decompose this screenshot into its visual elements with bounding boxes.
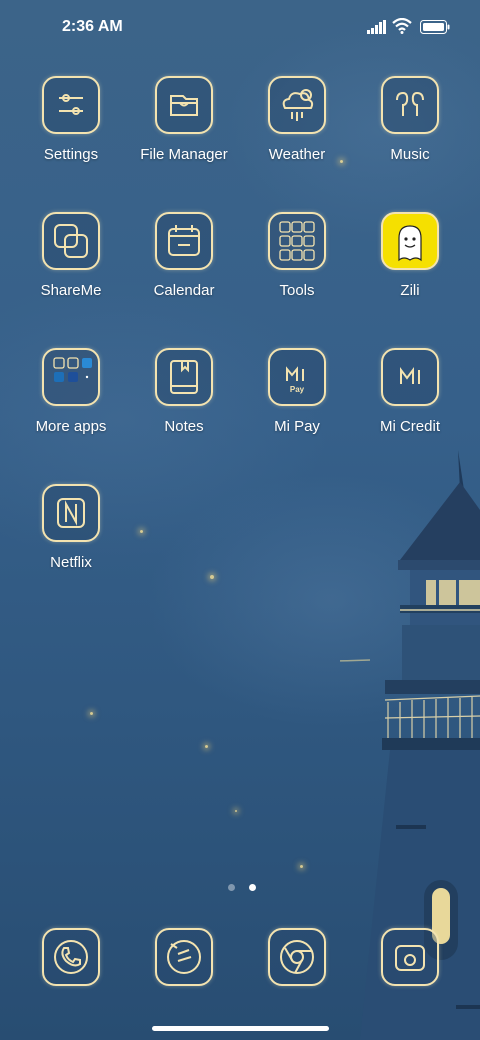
app-calendar[interactable]: Calendar (124, 212, 244, 332)
app-label: File Manager (140, 146, 228, 163)
app-weather[interactable]: Weather (237, 76, 357, 196)
mi-credit-icon (381, 348, 439, 406)
app-label: Zili (400, 282, 420, 299)
status-time: 2:36 AM (62, 18, 123, 35)
settings-icon (42, 76, 100, 134)
battery-icon (420, 20, 450, 34)
notes-icon (155, 348, 213, 406)
chrome-icon (268, 928, 326, 986)
app-label: Settings (43, 146, 99, 163)
app-label: Mi Pay (274, 418, 320, 435)
app-settings[interactable]: Settings (11, 76, 131, 196)
app-label: Tools (279, 282, 315, 299)
dock-messages[interactable] (124, 928, 244, 988)
home-indicator-bar[interactable] (152, 1026, 329, 1031)
app-label: Music (390, 146, 430, 163)
status-bar: 2:36 AM (0, 0, 480, 56)
page-indicator (228, 878, 266, 896)
svg-text:Pay: Pay (290, 385, 305, 394)
wifi-icon (392, 18, 412, 34)
app-mi-pay[interactable]: Pay Mi Pay (237, 348, 357, 468)
app-file-manager[interactable]: File Manager (124, 76, 244, 196)
app-music[interactable]: Music (350, 76, 470, 196)
mi-pay-icon: Pay (268, 348, 326, 406)
folder-icon (155, 76, 213, 134)
app-label: Notes (164, 418, 204, 435)
app-label: Weather (268, 146, 326, 163)
app-notes[interactable]: Notes (124, 348, 244, 468)
app-zili[interactable]: Zili (350, 212, 470, 332)
page-dot[interactable] (228, 884, 235, 891)
netflix-icon (42, 484, 100, 542)
dock-phone[interactable] (11, 928, 131, 988)
shareme-icon (42, 212, 100, 270)
phone-icon (42, 928, 100, 986)
app-shareme[interactable]: ShareMe (11, 212, 131, 332)
app-label: Calendar (153, 282, 215, 299)
calendar-icon (155, 212, 213, 270)
camera-icon (381, 928, 439, 986)
dock-chrome[interactable] (237, 928, 357, 988)
zili-icon (381, 212, 439, 270)
dock-camera[interactable] (350, 928, 470, 988)
app-label: ShareMe (40, 282, 102, 299)
more-apps-folder-icon (42, 348, 100, 406)
tools-folder-icon (268, 212, 326, 270)
app-netflix[interactable]: Netflix (11, 484, 131, 604)
app-label: Mi Credit (379, 418, 440, 435)
app-label: Netflix (50, 554, 92, 571)
app-mi-credit[interactable]: Mi Credit (350, 348, 470, 468)
weather-icon (268, 76, 326, 134)
app-more-apps-folder[interactable]: More apps (11, 348, 131, 468)
page-dot-active[interactable] (249, 884, 257, 891)
app-label: More apps (35, 418, 107, 435)
messages-icon (155, 928, 213, 986)
app-tools-folder[interactable]: Tools (237, 212, 357, 332)
signal-icon (367, 20, 386, 34)
headphones-icon (381, 76, 439, 134)
